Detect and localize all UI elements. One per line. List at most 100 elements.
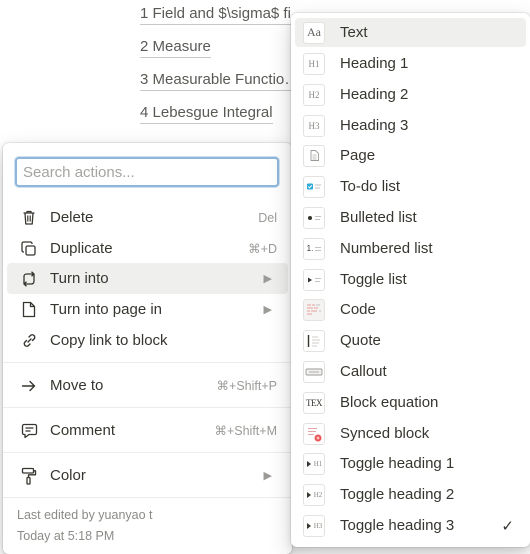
turn-into-toggle-heading-3[interactable]: H3 Toggle heading 3 ✓: [295, 511, 526, 540]
turn-into-heading-3[interactable]: H3 Heading 3: [295, 111, 526, 140]
page-label: Page: [340, 147, 376, 164]
toggle-heading3-label: Toggle heading 3: [340, 517, 455, 534]
toggle-heading2-label: Toggle heading 2: [340, 486, 455, 503]
numbered-list-icon: 1.: [303, 237, 325, 260]
toggle-heading1-icon: H1: [303, 452, 325, 475]
block-action-menu: Delete Del Duplicate ⌘+D Turn into ▶ Tur…: [3, 143, 292, 554]
turn-into-page[interactable]: Page: [295, 141, 526, 170]
turn-into-page-in-arrow-icon: ▶: [263, 304, 272, 316]
turn-into-numbered-list[interactable]: 1. Numbered list: [295, 234, 526, 263]
move-to-label: Move to: [50, 377, 104, 394]
duplicate-icon: [19, 239, 39, 259]
turn-into-callout[interactable]: Callout: [295, 357, 526, 386]
duplicate-menu-item[interactable]: Duplicate ⌘+D: [7, 233, 288, 264]
heading2-icon: H2: [303, 83, 325, 106]
checkmark-icon: ✓: [501, 517, 514, 535]
move-arrow-icon: [19, 376, 39, 396]
toggle-list-icon: [303, 268, 325, 291]
trash-icon: [19, 208, 39, 228]
toggle-heading1-icon-glyph: H1: [313, 459, 323, 468]
search-actions-input[interactable]: [17, 159, 277, 185]
turn-into-toggle-heading-1[interactable]: H1 Toggle heading 1: [295, 449, 526, 478]
synced-block-label: Synced block: [340, 425, 430, 442]
heading2-icon-glyph: H2: [308, 89, 320, 100]
turn-into-quote[interactable]: Quote: [295, 326, 526, 355]
turn-into-heading-2[interactable]: H2 Heading 2: [295, 80, 526, 109]
move-to-menu-item[interactable]: Move to ⌘+Shift+P: [7, 370, 288, 401]
doc-link-field-sigma[interactable]: 1 Field and $\sigma$ fi…: [140, 5, 306, 25]
todo-label: To-do list: [340, 178, 401, 195]
turn-into-code[interactable]: Code: [295, 295, 526, 324]
last-edited-time: Today at 5:18 PM: [17, 529, 115, 543]
toggle-heading2-icon: H2: [303, 483, 325, 506]
turn-into-heading-1[interactable]: H1 Heading 1: [295, 49, 526, 78]
numbered-list-icon-lines: [315, 246, 322, 251]
turn-into-toggle-list[interactable]: Toggle list: [295, 265, 526, 294]
copy-link-label: Copy link to block: [50, 332, 168, 349]
heading1-label: Heading 1: [340, 55, 409, 72]
menu-divider: [3, 497, 292, 498]
numbered-list-label: Numbered list: [340, 240, 433, 257]
turn-into-toggle-heading-2[interactable]: H2 Toggle heading 2: [295, 480, 526, 509]
doc-link-lebesgue-integral[interactable]: 4 Lebesgue Integral: [140, 104, 273, 124]
code-label: Code: [340, 301, 376, 318]
duplicate-label: Duplicate: [50, 240, 113, 257]
comment-menu-item[interactable]: Comment ⌘+Shift+M: [7, 415, 288, 446]
turn-into-block-equation[interactable]: TEX Block equation: [295, 388, 526, 417]
comment-label: Comment: [50, 422, 116, 439]
color-menu-item[interactable]: Color ▶: [7, 460, 288, 491]
callout-label: Callout: [340, 363, 387, 380]
todo-icon: [303, 175, 325, 198]
duplicate-shortcut: ⌘+D: [248, 242, 277, 256]
toggle-heading3-icon-glyph: H3: [313, 521, 323, 530]
synced-block-icon: [303, 422, 325, 445]
heading3-icon: H3: [303, 114, 325, 137]
turn-into-bulleted-list[interactable]: Bulleted list: [295, 203, 526, 232]
menu-divider: [3, 407, 292, 408]
menu-divider: [3, 452, 292, 453]
code-icon: [303, 298, 325, 321]
delete-label: Delete: [50, 209, 94, 226]
callout-icon: [303, 360, 325, 383]
doc-link-measurable-function[interactable]: 3 Measurable Functio…: [140, 71, 300, 91]
quote-icon: [303, 329, 325, 352]
turn-into-label: Turn into: [50, 270, 109, 287]
toggle-heading1-label: Toggle heading 1: [340, 455, 455, 472]
equation-icon-glyph: TEX: [306, 397, 323, 408]
bulleted-list-icon: [303, 206, 325, 229]
block-equation-label: Block equation: [340, 394, 439, 411]
menu-divider: [3, 362, 292, 363]
paint-roller-icon: [19, 466, 39, 486]
delete-menu-item[interactable]: Delete Del: [7, 202, 288, 233]
page-icon: [19, 300, 39, 320]
turn-into-icon: [19, 269, 39, 289]
toggle-list-label: Toggle list: [340, 271, 407, 288]
turn-into-menu-item[interactable]: Turn into ▶: [7, 263, 288, 294]
delete-shortcut: Del: [258, 210, 277, 225]
toggle-heading3-icon: H3: [303, 514, 325, 537]
heading1-icon: H1: [303, 52, 325, 75]
turn-into-todo-list[interactable]: To-do list: [295, 172, 526, 201]
search-actions-box: [15, 157, 279, 187]
heading1-icon-glyph: H1: [308, 58, 320, 69]
heading3-icon-glyph: H3: [308, 120, 320, 131]
turn-into-submenu: Aa Text H1 Heading 1 H2 Heading 2 H3 Hea…: [291, 13, 530, 547]
color-arrow-icon: ▶: [263, 470, 272, 482]
turn-into-synced-block[interactable]: Synced block: [295, 419, 526, 448]
heading3-label: Heading 3: [340, 117, 409, 134]
move-to-shortcut: ⌘+Shift+P: [216, 379, 277, 393]
last-edited-by: Last edited by yuanyao t: [17, 508, 153, 522]
page-icon: [303, 144, 325, 167]
turn-into-text[interactable]: Aa Text: [295, 18, 526, 47]
heading2-label: Heading 2: [340, 86, 409, 103]
quote-label: Quote: [340, 332, 381, 349]
comment-icon: [19, 421, 39, 441]
link-icon: [19, 331, 39, 351]
turn-into-page-in-menu-item[interactable]: Turn into page in ▶: [7, 294, 288, 325]
color-label: Color: [50, 467, 86, 484]
turn-into-arrow-icon: ▶: [263, 273, 272, 285]
copy-link-menu-item[interactable]: Copy link to block: [7, 325, 288, 356]
comment-shortcut: ⌘+Shift+M: [214, 424, 277, 438]
toggle-heading2-icon-glyph: H2: [313, 490, 323, 499]
doc-link-measure[interactable]: 2 Measure: [140, 38, 211, 58]
